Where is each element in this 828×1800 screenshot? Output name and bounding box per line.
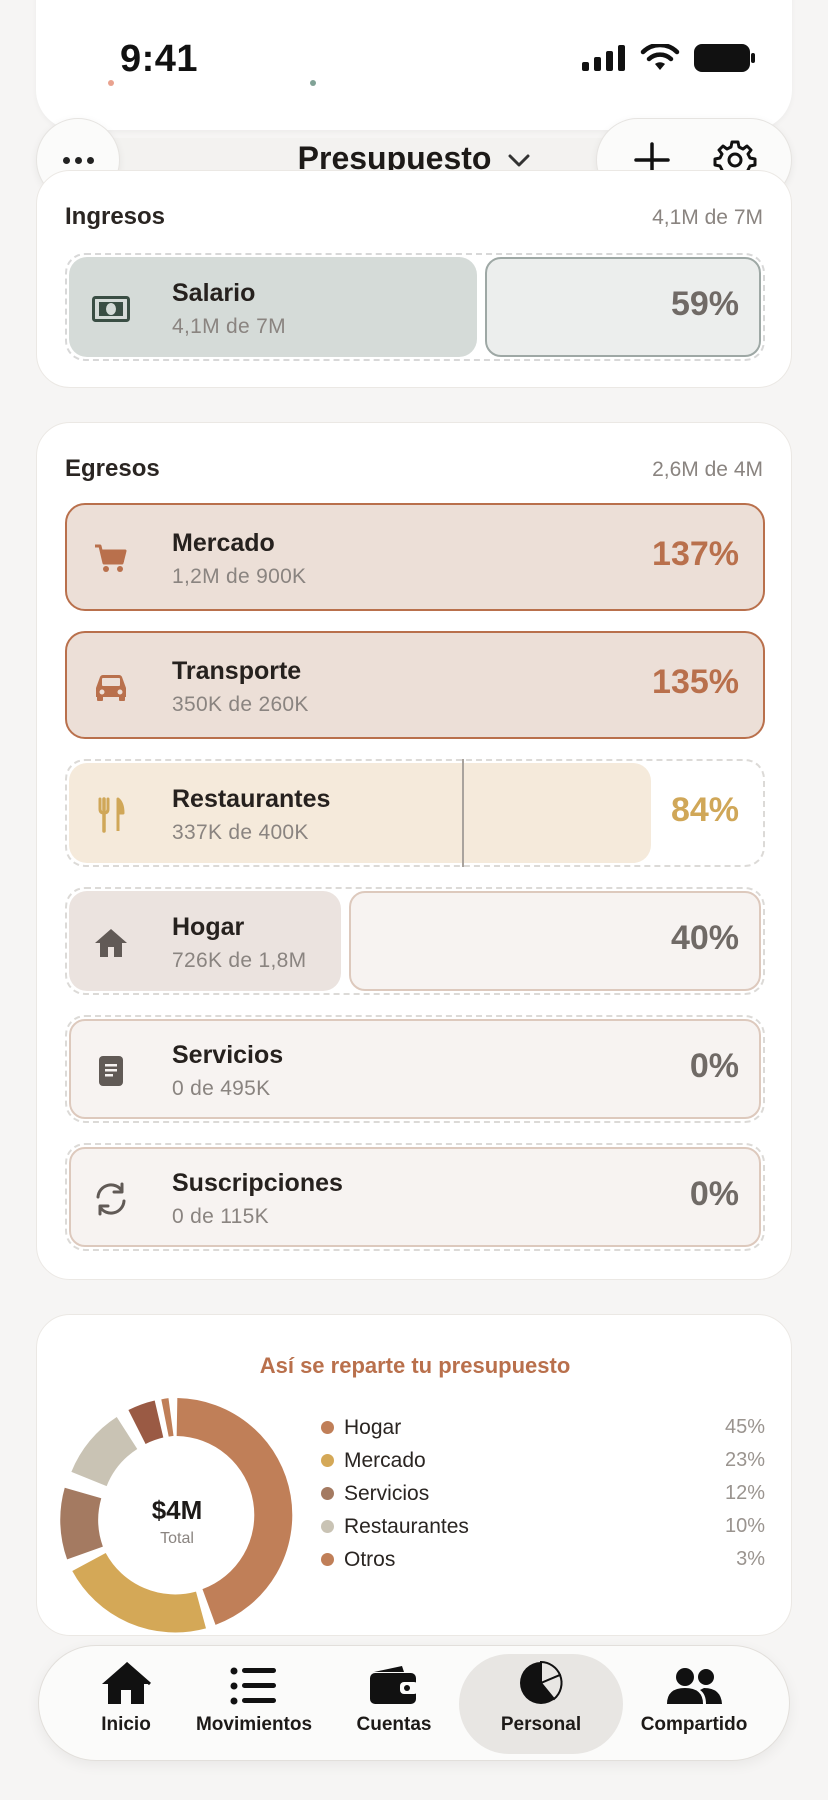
donut-center-label: Total [160,1530,194,1547]
legend-name: Otros [344,1547,396,1571]
donut-slice [72,1552,206,1633]
chart-title: Así se reparte tu presupuesto [259,1353,571,1378]
legend-value: 45% [724,1416,765,1438]
legend-name: Servicios [344,1481,430,1505]
budget-row-salario[interactable]: Salario 4,1M de 7M 59% [65,253,765,361]
list-icon [230,1667,276,1705]
home-icon [102,1661,151,1704]
expenses-card: Egresos 2,6M de 4M Mercado 1,2M de 900K … [36,422,792,1280]
budget-row-servicios[interactable]: Servicios 0 de 495K 0% [65,1015,765,1123]
legend-name: Restaurantes [344,1514,469,1538]
people-icon [667,1668,722,1704]
budget-name: Suscripciones [172,1169,343,1197]
budget-percent: 84% [670,791,739,829]
legend-dot [321,1421,334,1434]
income-title: Ingresos [65,203,166,230]
home-icon [91,923,131,963]
legend-name: Mercado [344,1448,426,1472]
budget-row-transporte[interactable]: Transporte 350K de 260K 135% [65,631,765,739]
budget-name: Mercado [172,529,275,557]
legend-item: Otros 3% [321,1543,765,1576]
budget-row-mercado[interactable]: Mercado 1,2M de 900K 137% [65,503,765,611]
tab-bar: Inicio Movimientos Cuentas Personal Comp… [38,1645,790,1761]
chevron-down-icon [508,154,530,167]
receipt-icon [91,1051,131,1091]
legend-value: 10% [724,1515,765,1537]
budget-percent: 40% [670,919,739,957]
budget-row-restaurantes[interactable]: Restaurantes 337K de 400K 84% [65,759,765,867]
donut-center-value: $4M [152,1495,203,1525]
utensils-icon [91,795,131,835]
budget-amount: 1,2M de 900K [172,565,307,588]
cart-icon [91,539,131,579]
budget-name: Hogar [172,913,245,941]
legend-dot [321,1487,334,1500]
budget-amount: 726K de 1,8M [172,949,307,972]
budget-name: Restaurantes [172,785,331,813]
refresh-icon [91,1179,131,1219]
budget-percent: 137% [652,535,739,573]
status-time: 9:41 [120,38,199,80]
status-dot [108,80,114,86]
legend-item: Restaurantes 10% [321,1510,765,1543]
budget-percent: 0% [689,1047,739,1085]
status-bar: 9:41 [0,0,828,110]
budget-amount: 0 de 115K [172,1205,269,1228]
legend-dot [321,1454,334,1467]
expenses-summary: 2,6M de 4M [652,458,763,481]
donut-slice [161,1398,174,1437]
budget-amount: 337K de 400K [172,821,309,844]
budget-amount: 4,1M de 7M [172,315,286,338]
legend-value: 3% [736,1548,765,1570]
income-card: Ingresos 4,1M de 7M Salario 4,1M de 7M 5… [36,170,792,388]
legend-dot [321,1553,334,1566]
budget-row-suscripciones[interactable]: Suscripciones 0 de 115K 0% [65,1143,765,1251]
tab-movimientos[interactable]: Movimientos [189,1654,319,1754]
tab-compartido[interactable]: Compartido [629,1654,759,1754]
budget-amount: 0 de 495K [172,1077,271,1100]
wallet-icon [370,1666,418,1704]
tab-label: Movimientos [195,1714,313,1735]
budget-percent: 135% [652,663,739,701]
budget-amount: 350K de 260K [172,693,309,716]
status-dot [310,80,316,86]
tab-label: Inicio [101,1714,151,1735]
tab-personal[interactable]: Personal [459,1654,623,1754]
donut-slice [128,1400,164,1445]
chart-legend: Hogar 45% Mercado 23% Servicios 12% Rest… [321,1411,765,1576]
legend-name: Hogar [344,1415,402,1439]
income-summary: 4,1M de 7M [652,206,763,229]
tab-label: Personal [500,1714,582,1735]
progress-fill [69,763,651,863]
legend-dot [321,1520,334,1533]
banknote-icon [91,289,131,329]
budget-percent: 59% [670,285,739,323]
budget-name: Salario [172,279,256,307]
signal-icon [582,45,625,71]
donut-slice [60,1487,104,1560]
battery-icon [694,44,755,72]
tab-label: Cuentas [356,1714,432,1735]
wifi-icon [640,44,680,70]
legend-value: 12% [724,1482,765,1504]
budget-name: Transporte [172,657,302,685]
legend-value: 23% [724,1449,765,1471]
progress-marker [462,759,464,867]
legend-item: Servicios 12% [321,1477,765,1510]
tab-cuentas[interactable]: Cuentas [339,1654,449,1754]
tab-label: Compartido [640,1714,748,1735]
car-icon [91,667,131,707]
tab-inicio[interactable]: Inicio [71,1654,181,1754]
legend-item: Hogar 45% [321,1411,765,1444]
budget-name: Servicios [172,1041,284,1069]
expenses-title: Egresos [65,455,160,482]
donut-slice [71,1417,138,1487]
donut-chart: $4M Total [59,1397,295,1633]
pie-chart-icon [520,1660,563,1704]
distribution-card: Así se reparte tu presupuesto $4M Total [36,1314,792,1636]
budget-row-hogar[interactable]: Hogar 726K de 1,8M 40% [65,887,765,995]
legend-item: Mercado 23% [321,1444,765,1477]
budget-percent: 0% [689,1175,739,1213]
